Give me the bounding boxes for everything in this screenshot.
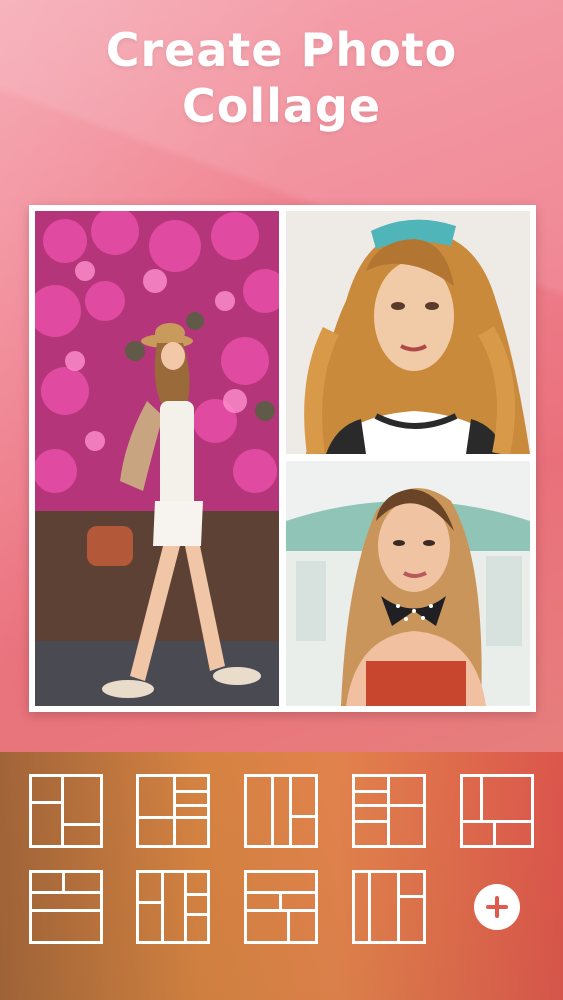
add-layout-button[interactable]: [474, 884, 520, 930]
title-line-2: Collage: [181, 79, 382, 133]
collage-photo-1[interactable]: [35, 211, 279, 706]
layout-option-2[interactable]: [136, 774, 210, 848]
layout-option-3[interactable]: [244, 774, 318, 848]
collage-preview: [29, 205, 536, 712]
layout-option-9[interactable]: [352, 870, 426, 944]
layout-option-4[interactable]: [352, 774, 426, 848]
layout-option-1[interactable]: [29, 774, 103, 848]
collage-photo-3[interactable]: [286, 461, 530, 706]
layout-option-7[interactable]: [136, 870, 210, 944]
layout-option-6[interactable]: [29, 870, 103, 944]
page-title: Create Photo Collage: [0, 22, 563, 134]
layout-option-5[interactable]: [460, 774, 534, 848]
layout-option-8[interactable]: [244, 870, 318, 944]
collage-photo-2[interactable]: [286, 211, 530, 454]
title-line-1: Create Photo: [105, 23, 458, 77]
